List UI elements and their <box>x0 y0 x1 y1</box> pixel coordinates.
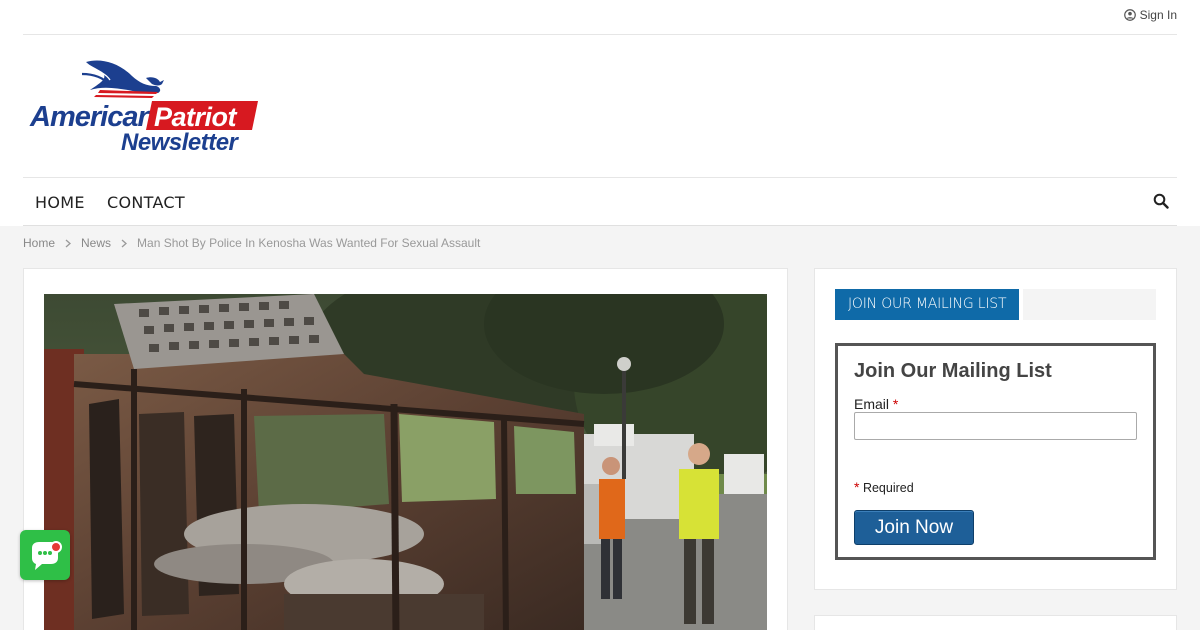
email-label: Email * <box>854 396 898 412</box>
chevron-right-icon <box>65 239 72 247</box>
svg-text:Patriot: Patriot <box>154 102 238 132</box>
widget-title-tab: JOIN OUR MAILING LIST <box>835 289 1020 320</box>
required-note-text: Required <box>862 481 914 495</box>
mailing-form-title: Join Our Mailing List <box>854 360 1052 382</box>
breadcrumb-current: Man Shot By Police In Kenosha Was Wanted… <box>137 236 481 250</box>
article-card <box>23 268 788 630</box>
user-circle-icon <box>1123 9 1136 21</box>
email-label-text: Email <box>854 396 890 412</box>
required-note-asterisk: * <box>854 479 860 495</box>
notification-dot <box>50 541 62 553</box>
breadcrumb: Home News Man Shot By Police In Kenosha … <box>23 236 480 250</box>
burned-truck-photo <box>44 294 767 630</box>
required-note: * Required <box>854 479 914 495</box>
sidebar-mailing-widget: JOIN OUR MAILING LIST Join Our Mailing L… <box>814 268 1177 590</box>
join-now-button[interactable]: Join Now <box>854 510 974 545</box>
site-logo[interactable]: American Patriot Newsletter <box>28 56 260 156</box>
american-patriot-logo: American Patriot Newsletter <box>29 60 258 156</box>
required-asterisk: * <box>892 396 899 412</box>
sign-in-link[interactable]: Sign In <box>1123 8 1177 22</box>
breadcrumb-news[interactable]: News <box>81 236 111 250</box>
nav-item-home[interactable]: HOME <box>35 193 85 212</box>
site-header: Sign In American Patriot Newsletter HOME… <box>0 0 1200 226</box>
breadcrumb-home[interactable]: Home <box>23 236 55 250</box>
chat-bubble-icon <box>32 542 58 570</box>
featured-image[interactable] <box>44 294 767 630</box>
email-field[interactable] <box>854 412 1137 440</box>
top-bar: Sign In <box>23 0 1177 35</box>
chat-button[interactable] <box>20 530 70 580</box>
sign-in-label: Sign In <box>1139 8 1177 22</box>
svg-text:Newsletter: Newsletter <box>121 129 240 156</box>
eagle-icon <box>81 60 164 98</box>
chevron-right-icon <box>121 239 128 247</box>
sidebar-next-widget <box>814 615 1177 630</box>
main-navigation: HOME CONTACT <box>23 177 1177 226</box>
widget-title-bar <box>1023 289 1156 320</box>
search-icon[interactable] <box>1153 193 1169 209</box>
nav-item-contact[interactable]: CONTACT <box>107 193 185 212</box>
mailing-list-form: Join Our Mailing List Email * * Required… <box>835 343 1156 560</box>
